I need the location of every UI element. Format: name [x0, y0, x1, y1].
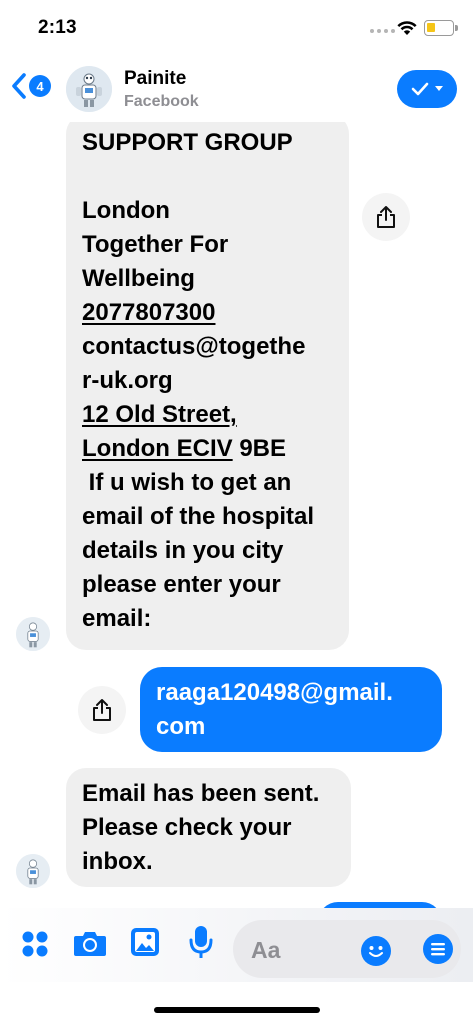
- home-indicator[interactable]: [154, 1007, 320, 1013]
- menu-icon: [431, 943, 445, 956]
- robot-avatar-icon: [66, 66, 112, 112]
- message-line: 2077807300: [82, 296, 333, 330]
- message-line: Email has been sent.: [82, 780, 320, 807]
- message-line: inbox.: [82, 848, 153, 875]
- incoming-message[interactable]: Email has been sent. Please check your i…: [66, 768, 351, 887]
- chevron-left-icon: [12, 73, 26, 99]
- message-line: 12 Old Street,: [82, 398, 333, 432]
- message-line: If u wish to get an: [82, 469, 292, 496]
- address-link[interactable]: 12 Old Street,: [82, 401, 237, 428]
- message-line: email of the hospital: [82, 503, 315, 530]
- phone-link[interactable]: 2077807300: [82, 299, 215, 326]
- gallery-button[interactable]: [130, 927, 160, 962]
- checkmark-icon: [411, 82, 429, 96]
- message-line: please enter your: [82, 571, 281, 598]
- incoming-message[interactable]: SUPPORT GROUP London Together For Wellbe…: [66, 122, 349, 650]
- chat-header: 4 Painite Facebook: [0, 56, 473, 122]
- share-icon: [377, 206, 395, 228]
- apps-icon: [22, 931, 48, 957]
- message-line: r-uk.org: [82, 367, 173, 394]
- message-line: Together For: [82, 231, 229, 258]
- message-line: raaga120498@gmail.: [156, 679, 393, 706]
- photo-icon: [131, 928, 159, 956]
- message-line: Please check your: [82, 814, 292, 841]
- status-bar: 2:13: [0, 0, 473, 56]
- robot-avatar-icon: [16, 617, 50, 651]
- message-line: London: [82, 197, 170, 224]
- message-input-placeholder: Aa: [251, 937, 281, 963]
- camera-button[interactable]: [73, 929, 107, 962]
- battery-icon: [424, 20, 458, 36]
- message-line: contactus@togethe: [82, 333, 306, 360]
- voice-button[interactable]: [189, 925, 213, 964]
- avatar[interactable]: [16, 854, 50, 888]
- camera-icon: [74, 932, 106, 956]
- confirm-button[interactable]: [397, 70, 457, 108]
- message-line: details in you city: [82, 537, 284, 564]
- address-link[interactable]: London ECIV: [82, 435, 233, 462]
- share-icon: [93, 699, 111, 721]
- outgoing-message[interactable]: raaga120498@gmail. com: [140, 667, 442, 752]
- unread-badge: 4: [29, 75, 51, 97]
- postcode-text: 9BE: [232, 435, 287, 462]
- apps-button[interactable]: [21, 930, 49, 963]
- message-line: [82, 160, 333, 194]
- signal-icon: [370, 29, 395, 33]
- emoji-button[interactable]: [361, 936, 391, 966]
- share-button[interactable]: [78, 686, 126, 734]
- message-list[interactable]: SUPPORT GROUP London Together For Wellbe…: [0, 122, 473, 908]
- menu-button[interactable]: [423, 934, 453, 964]
- avatar[interactable]: [66, 66, 112, 112]
- caret-down-icon: [435, 86, 443, 91]
- message-line: email:: [82, 605, 152, 632]
- status-time: 2:13: [38, 17, 77, 38]
- message-line: Wellbeing: [82, 265, 195, 292]
- robot-avatar-icon: [16, 854, 50, 888]
- wifi-icon: [397, 21, 417, 35]
- message-line: London ECIV 9BE: [82, 432, 333, 466]
- back-button[interactable]: 4: [10, 72, 51, 100]
- message-line: SUPPORT GROUP: [82, 129, 293, 156]
- avatar[interactable]: [16, 617, 50, 651]
- share-button[interactable]: [362, 193, 410, 241]
- emoji-icon: [369, 946, 383, 957]
- microphone-icon: [189, 926, 213, 958]
- message-line: com: [156, 713, 206, 740]
- contact-source: Facebook: [124, 93, 199, 110]
- contact-name[interactable]: Painite: [124, 68, 186, 90]
